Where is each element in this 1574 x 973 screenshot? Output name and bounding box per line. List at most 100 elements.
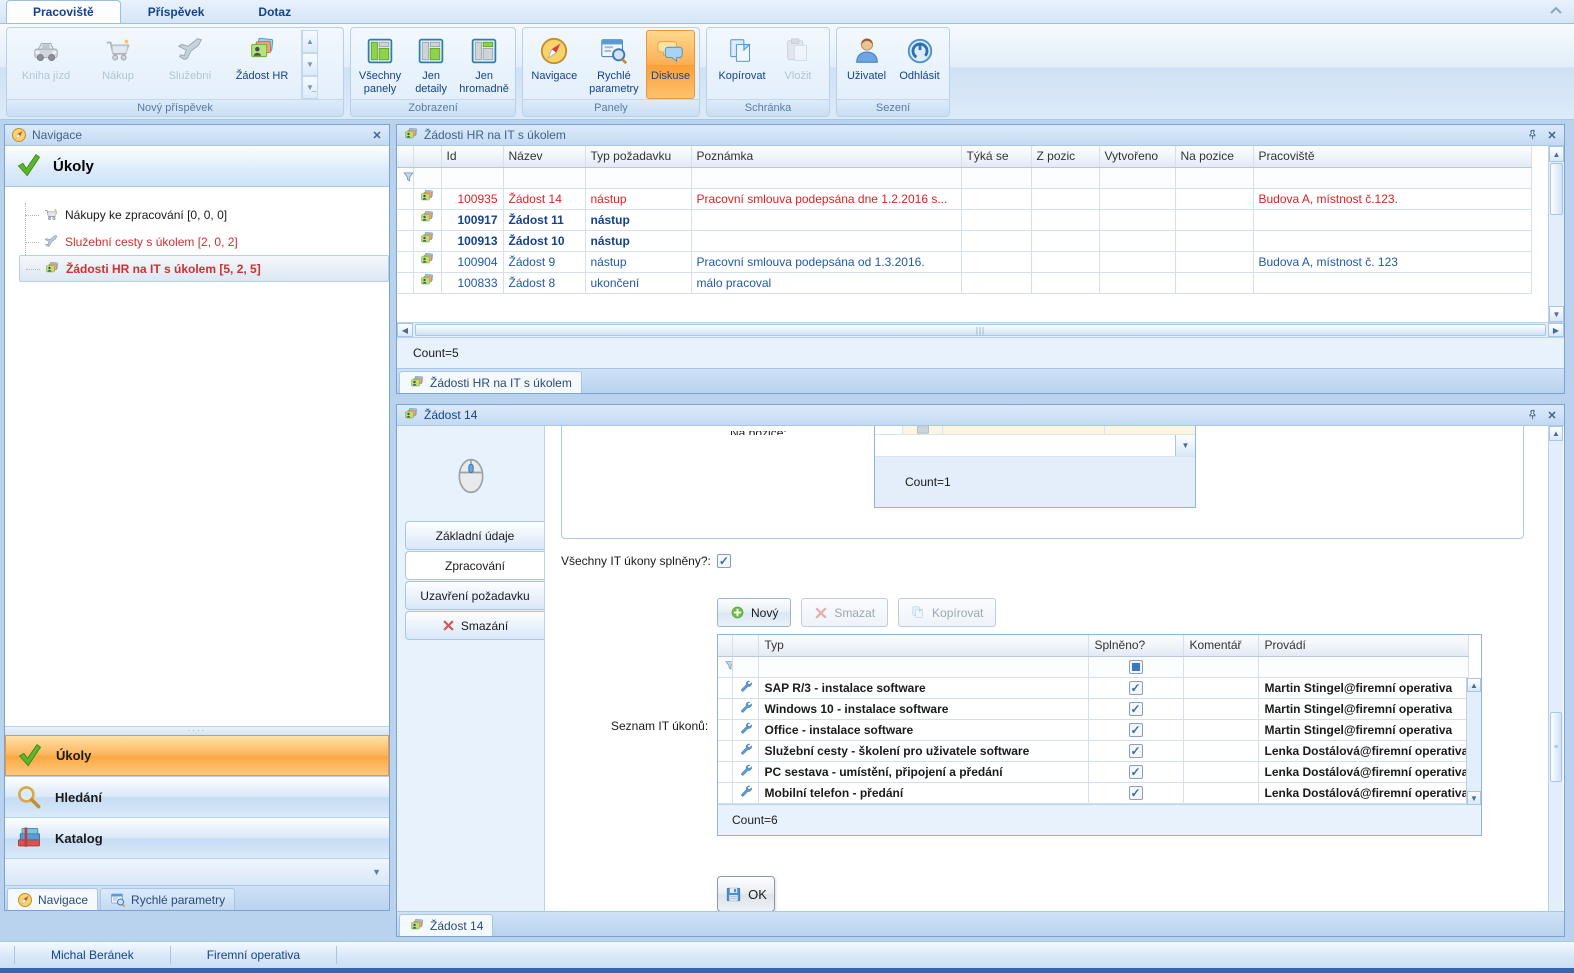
tab-zadosti-hr[interactable]: Žádosti HR na IT s úkolem <box>399 371 582 393</box>
request-detail-panel: Žádost 14 ✕ Základní údaje Zpracování Uz… <box>396 404 1565 937</box>
grid-vscrollbar[interactable]: ▲ ▼ <box>1548 146 1564 322</box>
table-row[interactable]: 100917 Žádost 11 nástup <box>397 209 1531 230</box>
detail-title: Žádost 14 <box>424 408 477 422</box>
status-user: Michal Beránek <box>14 946 171 964</box>
col-pracoviste: Pracoviště <box>1253 146 1531 167</box>
power-icon <box>904 35 936 67</box>
ribbon-tab-prispevek[interactable]: Příspěvek <box>121 0 232 23</box>
jen-detaily-button[interactable]: Jen detaily <box>407 30 455 99</box>
copy-button[interactable]: Kopírovat <box>898 598 996 627</box>
close-icon[interactable]: ✕ <box>371 129 383 141</box>
kopirovat-button[interactable]: Kopírovat <box>711 30 773 99</box>
table-row[interactable]: 100935 Žádost 14 nástup Pracovní smlouva… <box>397 188 1531 209</box>
nav-overflow-button[interactable]: ▼ <box>5 858 389 885</box>
nakup-button[interactable]: Nákup <box>83 30 153 99</box>
table-row[interactable]: Windows 10 - instalace software ✓ Martin… <box>718 698 1468 719</box>
panel-splitter[interactable]: ···· <box>5 726 389 735</box>
scroll-up-icon[interactable]: ▲ <box>1467 678 1481 692</box>
scroll-more-icon[interactable]: ▼̲ <box>302 76 318 99</box>
rychle-parametry-button[interactable]: Rychlé parametry <box>584 30 645 99</box>
it-table-vscrollbar[interactable]: ▲ ▼ <box>1466 678 1481 805</box>
kniha-jizd-button[interactable]: Kniha jízd <box>11 30 81 99</box>
table-row[interactable]: Služební cesty - školení pro uživatele s… <box>718 740 1468 761</box>
splneno-checkbox[interactable]: ✓ <box>1129 681 1143 695</box>
pin-icon[interactable] <box>1526 409 1538 421</box>
jen-hromadne-button[interactable]: Jen hromadně <box>457 30 511 99</box>
splneno-checkbox[interactable]: ✓ <box>1129 786 1143 800</box>
tree-item-nakupy[interactable]: Nákupy ke zpracování [0, 0, 0] <box>19 201 389 228</box>
photos-icon <box>409 918 425 934</box>
nav-button-katalog[interactable]: Katalog <box>5 817 389 858</box>
vlozit-button[interactable]: Vložit <box>775 30 821 99</box>
funnel-icon <box>402 170 413 183</box>
scroll-up-icon[interactable]: ▲ <box>302 30 318 53</box>
ribbon-group-scroll[interactable]: ▲ ▼ ▼̲ <box>301 30 318 99</box>
lookup-input[interactable]: ▼ <box>875 435 1195 457</box>
grid-hscrollbar[interactable]: ◀ ||| ▶ <box>397 322 1564 337</box>
sluzebni-button[interactable]: Služební <box>155 30 225 99</box>
scroll-down-icon[interactable]: ▼ <box>1549 306 1564 322</box>
it-header-row[interactable]: Typ Splněno? Komentář Provádí <box>718 635 1468 656</box>
ribbon-tab-pracoviste[interactable]: Pracoviště <box>6 0 121 23</box>
grid-filter-row[interactable] <box>397 167 1531 188</box>
new-button[interactable]: Nový <box>717 598 791 627</box>
side-tab-uzavreni-pozadavku[interactable]: Uzavření požadavku <box>405 581 544 610</box>
scroll-down-icon[interactable]: ▼ <box>302 53 318 76</box>
table-row[interactable]: PC sestava - umístění, připojení a předá… <box>718 761 1468 782</box>
all-done-checkbox[interactable]: ✓ <box>717 554 731 568</box>
table-row[interactable]: Mobilní telefon - předání ✓ Lenka Dostál… <box>718 782 1468 803</box>
dropdown-arrow-icon[interactable]: ▼ <box>1175 435 1195 456</box>
ok-button[interactable]: OK <box>717 876 775 911</box>
uzivatel-button[interactable]: Uživatel <box>841 30 892 99</box>
table-row[interactable]: 100913 Žádost 10 nástup <box>397 230 1531 251</box>
navigace-button[interactable]: Navigace <box>527 30 582 99</box>
close-icon[interactable]: ✕ <box>1546 129 1558 141</box>
tree-item-sluzebni-cesty[interactable]: Služební cesty s úkolem [2, 0, 2] <box>19 228 389 255</box>
splneno-checkbox[interactable]: ✓ <box>1129 723 1143 737</box>
tab-rychle-parametry[interactable]: Rychlé parametry <box>100 888 235 910</box>
tab-zadost-14[interactable]: Žádost 14 <box>399 914 493 936</box>
photos-icon <box>246 35 278 67</box>
vsechny-panely-button[interactable]: Všechny panely <box>355 30 405 99</box>
side-tab-zpracovani[interactable]: Zpracování <box>405 551 544 580</box>
splneno-checkbox[interactable]: ✓ <box>1129 765 1143 779</box>
seznam-it-ukonu-label: Seznam IT úkonů: <box>611 719 708 733</box>
nav-button-hledani[interactable]: Hledání <box>5 776 389 817</box>
tree-item-zadosti-hr[interactable]: Žádosti HR na IT s úkolem [5, 2, 5] <box>19 255 389 282</box>
nav-button-ukoly[interactable]: Úkoly <box>5 735 389 776</box>
side-tab-zakladni-udaje[interactable]: Základní údaje <box>405 521 544 550</box>
floppy-icon <box>725 886 742 903</box>
scroll-right-icon[interactable]: ▶ <box>1548 323 1564 337</box>
table-row[interactable]: Office - instalace software ✓ Martin Sti… <box>718 719 1468 740</box>
odhlasit-button[interactable]: Odhlásit <box>894 30 945 99</box>
table-row[interactable]: SAP R/3 - instalace software ✓ Martin St… <box>718 677 1468 698</box>
ribbon-collapse-icon[interactable] <box>1548 4 1564 18</box>
user-icon <box>851 35 883 67</box>
zadost-hr-button[interactable]: Žádost HR <box>227 30 297 99</box>
splneno-checkbox[interactable]: ✓ <box>1129 744 1143 758</box>
it-count-bar: Count=6 <box>718 804 1481 835</box>
mouse-icon <box>454 452 488 496</box>
close-icon[interactable]: ✕ <box>1546 409 1558 421</box>
tab-navigace[interactable]: Navigace <box>7 888 98 910</box>
delete-button[interactable]: Smazat <box>801 598 888 627</box>
scroll-up-icon[interactable]: ▲ <box>1549 426 1563 441</box>
diskuse-button[interactable]: Diskuse <box>646 30 695 99</box>
detail-vscrollbar[interactable]: ▲ ≡ <box>1548 426 1563 911</box>
table-row[interactable]: 100833 Žádost 8 ukončení málo pracoval <box>397 272 1531 293</box>
ribbon-group-panely: Navigace Rychlé parametry Diskuse Panely <box>522 27 700 117</box>
scroll-up-icon[interactable]: ▲ <box>1549 146 1564 162</box>
side-tab-smazani[interactable]: Smazání <box>405 611 544 640</box>
scroll-left-icon[interactable]: ◀ <box>397 323 413 337</box>
photos-icon <box>419 231 435 247</box>
all-done-row: Všechny IT úkony splněny?: ✓ <box>561 554 731 568</box>
scroll-down-icon[interactable]: ▼ <box>1467 791 1481 805</box>
table-row[interactable]: 100904 Žádost 9 nástup Pracovní smlouva … <box>397 251 1531 272</box>
ribbon-tab-dotaz[interactable]: Dotaz <box>231 0 318 23</box>
it-filter-row[interactable] <box>718 656 1468 677</box>
splneno-checkbox[interactable]: ✓ <box>1129 702 1143 716</box>
col-provadi: Provádí <box>1258 635 1468 656</box>
grid-header-row[interactable]: Id Název Typ požadavku Poznámka Týká se … <box>397 146 1531 167</box>
na-pozice-lookup[interactable]: ▼ Count=1 <box>874 426 1196 508</box>
pin-icon[interactable] <box>1526 129 1538 141</box>
